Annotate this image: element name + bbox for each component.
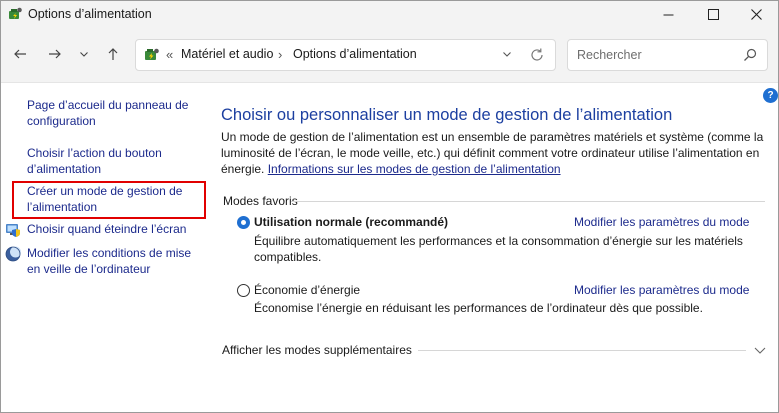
page-description: Un mode de gestion de l’alimentation est… <box>221 130 771 177</box>
plan-power-saver-radio[interactable] <box>237 284 250 297</box>
breadcrumb-materiel-audio[interactable]: Matériel et audio <box>181 47 273 61</box>
display-shield-icon <box>5 222 21 238</box>
sidebar-item-create-power-plan[interactable]: Créer un mode de gestion de l’alimentati… <box>27 184 202 215</box>
power-plans-info-link[interactable]: Informations sur les modes de gestion de… <box>268 162 561 176</box>
plan-power-saver-description: Économise l’énergie en réduisant les per… <box>254 301 703 315</box>
plan-balanced-name[interactable]: Utilisation normale (recommandé) <box>254 215 448 229</box>
sidebar-item-control-panel-home[interactable]: Page d’accueil du panneau de configurati… <box>27 98 202 129</box>
left-sidebar: Page d’accueil du panneau de configurati… <box>1 84 206 412</box>
plan-power-saver-name[interactable]: Économie d’énergie <box>254 283 360 297</box>
chevron-down-icon <box>754 347 766 354</box>
sidebar-item-power-button-action[interactable]: Choisir l’action du bouton d’alimentatio… <box>27 146 202 177</box>
refresh-button[interactable] <box>528 46 546 64</box>
chevron-down-icon <box>79 48 89 62</box>
title-bar: Options d’alimentation <box>1 1 778 27</box>
sleep-moon-icon <box>5 246 21 262</box>
power-options-app-icon <box>7 6 23 22</box>
search-input[interactable] <box>577 47 737 63</box>
forward-button[interactable] <box>45 45 65 65</box>
back-button[interactable] <box>10 45 30 65</box>
favorite-plans-label: Modes favoris <box>223 194 298 208</box>
plan-power-saver-settings-link[interactable]: Modifier les paramètres du mode <box>574 283 749 297</box>
refresh-icon <box>531 48 543 61</box>
control-panel-icon <box>144 47 160 63</box>
address-dropdown-button[interactable] <box>502 48 512 62</box>
plan-balanced-settings-link[interactable]: Modifier les paramètres du mode <box>574 215 749 229</box>
search-box[interactable] <box>567 39 768 71</box>
address-bar[interactable]: « Matériel et audio › Options d’alimenta… <box>135 39 556 71</box>
minimize-button[interactable] <box>646 1 690 27</box>
sidebar-item-turn-off-display[interactable]: Choisir quand éteindre l’écran <box>27 222 202 238</box>
page-title: Choisir ou personnaliser un mode de gest… <box>221 106 673 124</box>
arrow-left-icon <box>13 47 27 64</box>
window-title: Options d’alimentation <box>28 7 152 21</box>
plan-balanced-radio[interactable] <box>237 216 250 229</box>
plan-balanced-description: Équilibre automatiquement les performanc… <box>254 234 743 264</box>
recent-locations-button[interactable] <box>74 45 94 65</box>
up-button[interactable] <box>103 45 123 65</box>
power-options-window: Options d’alimentation « Matériel et aud… <box>0 0 779 413</box>
section-divider <box>291 201 765 202</box>
sidebar-item-sleep-settings[interactable]: Modifier les conditions de mise en veill… <box>27 246 202 277</box>
arrow-up-icon <box>106 47 120 64</box>
expand-additional-plans-button[interactable] <box>753 343 767 357</box>
help-button[interactable]: ? <box>763 88 778 103</box>
navigation-bar: « Matériel et audio › Options d’alimenta… <box>1 27 778 83</box>
maximize-button[interactable] <box>691 1 735 27</box>
additional-plans-divider <box>418 350 746 351</box>
close-button[interactable] <box>734 1 778 27</box>
root-separator[interactable]: « <box>166 47 173 62</box>
breadcrumb-options-alimentation[interactable]: Options d’alimentation <box>293 47 417 61</box>
breadcrumb-separator[interactable]: › <box>278 47 282 62</box>
arrow-right-icon <box>48 47 62 64</box>
search-icon[interactable] <box>743 48 757 62</box>
chevron-down-icon <box>503 52 511 57</box>
show-additional-plans-label[interactable]: Afficher les modes supplémentaires <box>222 343 412 357</box>
